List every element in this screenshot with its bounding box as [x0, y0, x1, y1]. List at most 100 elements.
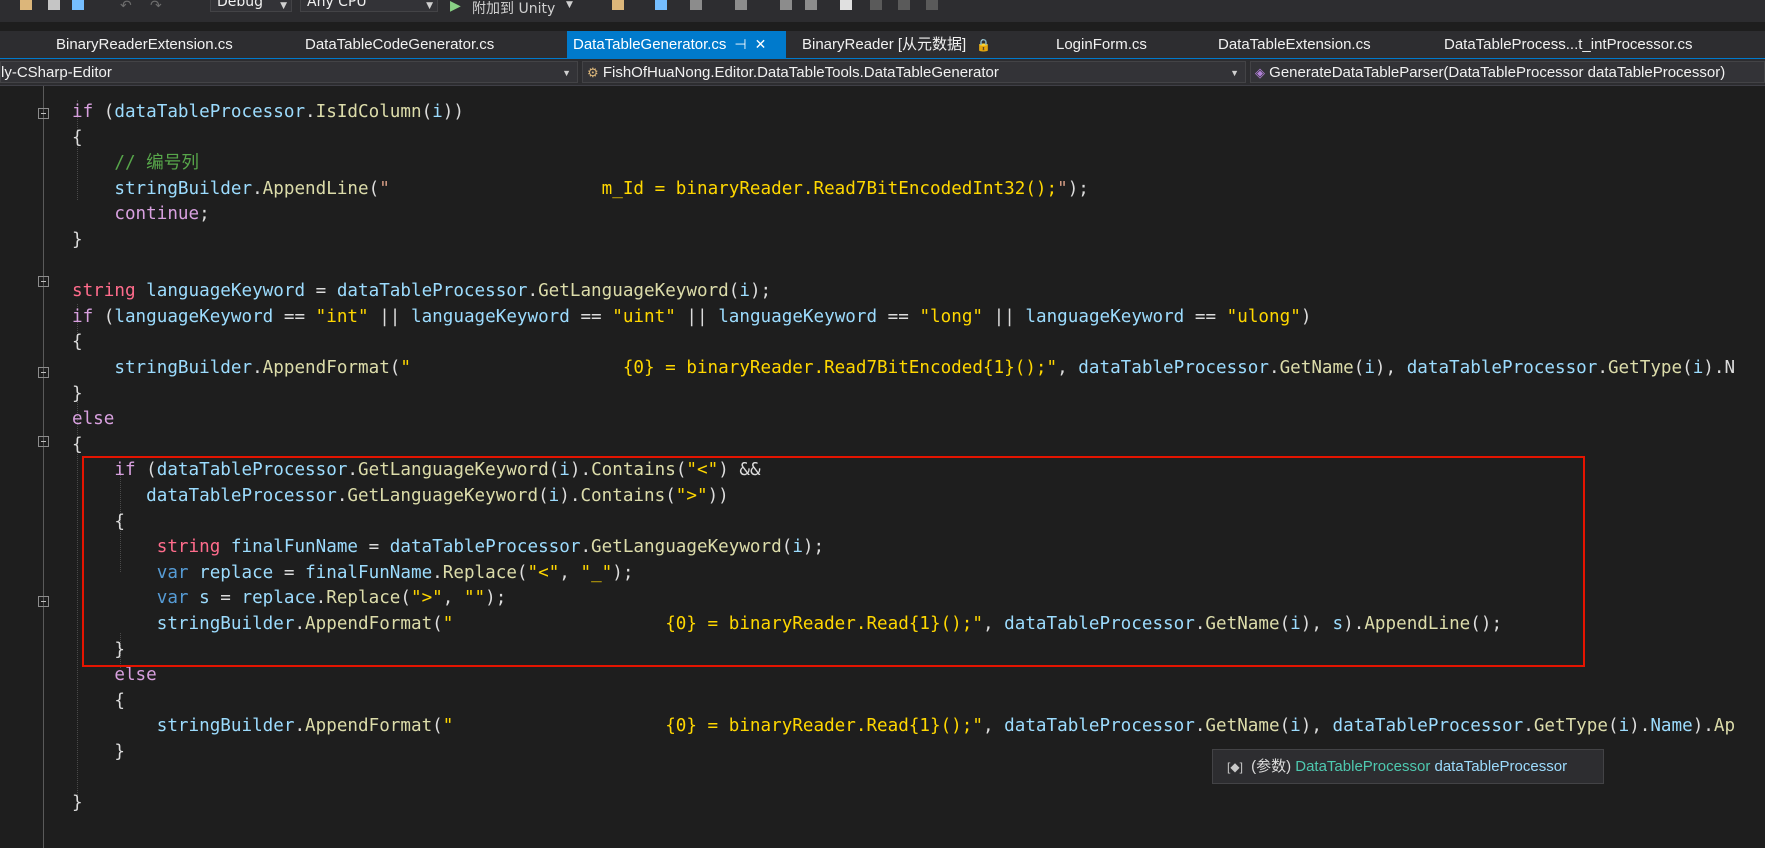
code-token: } — [72, 383, 83, 404]
code-token: . — [252, 178, 263, 199]
code-line[interactable]: } — [72, 382, 83, 406]
code-token: " — [1057, 178, 1068, 199]
code-token: IsIdColumn — [315, 102, 422, 122]
code-token: } — [72, 230, 83, 250]
code-line[interactable]: else — [72, 407, 114, 431]
code-token: == — [1184, 306, 1227, 327]
pin-icon[interactable]: ⊣ — [734, 31, 746, 58]
collapse-icon[interactable] — [38, 108, 49, 119]
save-icon[interactable] — [48, 0, 60, 10]
code-line[interactable]: } — [72, 740, 125, 764]
code-token: } — [72, 793, 83, 814]
code-token: . — [1523, 716, 1534, 737]
chevron-down-icon[interactable]: ▼ — [566, 0, 573, 16]
code-line[interactable]: stringBuilder.AppendFormat(" {0} = binar… — [72, 356, 1735, 380]
code-line[interactable]: { — [72, 126, 83, 150]
open-folder-icon[interactable] — [20, 0, 32, 10]
code-token: . — [1268, 358, 1280, 378]
code-token: ); — [749, 281, 772, 302]
code-token: "int" — [315, 306, 369, 327]
bookmark-icon[interactable] — [840, 0, 852, 10]
code-line[interactable]: stringBuilder.AppendLine(" m_Id = binary… — [72, 177, 1089, 201]
code-token: i — [1290, 716, 1301, 737]
code-line[interactable]: } — [72, 228, 83, 252]
layout-icon[interactable] — [690, 0, 702, 10]
configuration-dropdown[interactable]: Debug ▼ — [210, 0, 292, 12]
code-token: languageKeyword — [1025, 306, 1185, 327]
collapse-icon[interactable] — [38, 596, 49, 607]
tab-datatableextension[interactable]: DataTableExtension.cs — [1218, 31, 1371, 58]
code-token: ). — [1692, 716, 1714, 737]
project-dropdown[interactable]: ly-CSharp-Editor ▼ — [0, 61, 578, 83]
code-token: if — [72, 102, 94, 122]
code-line[interactable]: stringBuilder.AppendFormat(" {0} = binar… — [72, 714, 1735, 738]
attach-unity-button[interactable]: 附加到 Unity — [472, 0, 555, 17]
fold-guide — [43, 86, 44, 848]
code-token: stringBuilder — [72, 716, 295, 737]
code-token: else — [72, 409, 115, 430]
code-line[interactable]: continue; — [72, 202, 210, 226]
platform-value: Any CPU — [307, 0, 367, 10]
code-line[interactable]: string languageKeyword = dataTableProces… — [72, 279, 771, 303]
member-dropdown[interactable]: ◈ GenerateDataTableParser(DataTableProce… — [1250, 61, 1765, 83]
code-token: "ulong" — [1226, 306, 1301, 327]
code-token: )) — [442, 102, 464, 122]
code-token: Ap — [1713, 716, 1736, 737]
code-token: if — [72, 306, 94, 327]
code-token: ), — [1300, 716, 1333, 737]
code-token: ( — [389, 358, 401, 378]
code-line[interactable]: // 编号列 — [72, 151, 199, 175]
code-token: GetType — [1607, 358, 1683, 378]
tab-datatablecodegenerator[interactable]: DataTableCodeGenerator.cs — [305, 31, 494, 58]
code-editor[interactable]: if (dataTableProcessor.IsIdColumn(i)) { /… — [0, 86, 1765, 848]
bookmark-clear-icon[interactable] — [926, 0, 938, 10]
code-token: ). — [1629, 716, 1651, 737]
indent-icon[interactable] — [780, 0, 792, 10]
align-icon[interactable] — [735, 0, 747, 10]
tab-binaryreaderextension[interactable]: BinaryReaderExtension.cs — [56, 31, 233, 58]
bookmark-prev-icon[interactable] — [870, 0, 882, 10]
screenshot-icon[interactable] — [655, 0, 667, 10]
project-name: ly-CSharp-Editor — [1, 64, 112, 81]
method-icon: ◈ — [1255, 65, 1265, 80]
code-token: . — [1194, 716, 1206, 737]
find-icon[interactable] — [612, 0, 624, 10]
code-line[interactable]: if (languageKeyword == "int" || language… — [72, 305, 1311, 329]
tab-binaryreader-metadata[interactable]: BinaryReader [从元数据] 🔒 — [802, 31, 991, 58]
code-token: . — [305, 102, 316, 122]
outdent-icon[interactable] — [805, 0, 817, 10]
code-token: else — [72, 665, 157, 686]
code-token: string — [72, 281, 136, 302]
save-all-icon[interactable] — [72, 0, 84, 10]
code-line[interactable]: { — [72, 689, 125, 713]
collapse-icon[interactable] — [38, 367, 49, 378]
code-line[interactable]: { — [72, 433, 83, 457]
tab-datatableprocessor-int[interactable]: DataTableProcess...t_intProcessor.cs — [1444, 31, 1692, 58]
play-icon[interactable]: ▶ — [450, 0, 461, 14]
code-line[interactable]: if (dataTableProcessor.IsIdColumn(i)) — [72, 100, 464, 124]
class-dropdown[interactable]: ⚙ FishOfHuaNong.Editor.DataTableTools.Da… — [582, 61, 1246, 83]
code-token: == — [569, 306, 613, 327]
code-token: i — [1364, 358, 1375, 378]
collapse-icon[interactable] — [38, 276, 49, 287]
code-token: // 编号列 — [72, 153, 199, 174]
code-line[interactable]: } — [72, 791, 83, 815]
code-token: { — [72, 127, 83, 148]
tab-loginform[interactable]: LoginForm.cs — [1056, 31, 1147, 58]
code-token: stringBuilder — [72, 358, 253, 378]
code-token: "long" — [919, 306, 984, 327]
close-icon[interactable]: ✕ — [755, 31, 767, 58]
code-token: GetName — [1279, 358, 1354, 378]
code-token: ; — [199, 204, 210, 225]
collapse-icon[interactable] — [38, 436, 49, 447]
tab-datatablegenerator[interactable]: DataTableGenerator.cs ⊣ ✕ — [567, 31, 786, 58]
redo-icon[interactable]: ↷ — [150, 0, 162, 14]
code-line[interactable]: { — [72, 330, 83, 354]
code-token: AppendFormat — [262, 358, 390, 378]
code-token: ), — [1374, 358, 1407, 378]
platform-dropdown[interactable]: Any CPU ▼ — [300, 0, 438, 12]
undo-icon[interactable]: ↶ — [120, 0, 132, 14]
tooltip-type: DataTableProcessor — [1295, 758, 1431, 775]
bookmark-next-icon[interactable] — [898, 0, 910, 10]
